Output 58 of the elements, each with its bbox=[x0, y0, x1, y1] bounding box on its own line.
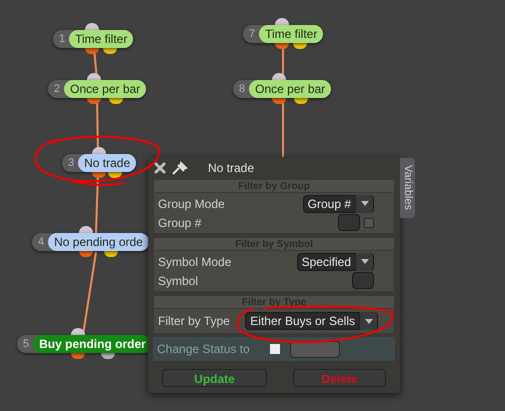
flow-node[interactable]: 8 Once per bar bbox=[233, 80, 332, 98]
field-label: Group Mode bbox=[157, 196, 225, 212]
node-number: 2 bbox=[53, 82, 62, 97]
output-port[interactable] bbox=[92, 172, 106, 178]
output-port[interactable] bbox=[292, 43, 307, 49]
node-label: Time filter bbox=[259, 25, 324, 43]
output-port[interactable] bbox=[87, 98, 102, 104]
output-port[interactable] bbox=[108, 172, 122, 178]
output-port[interactable] bbox=[70, 353, 85, 359]
input-port[interactable] bbox=[78, 226, 93, 233]
field-label: Filter by Type bbox=[157, 313, 230, 330]
field-label: Symbol bbox=[157, 272, 198, 290]
output-port[interactable] bbox=[102, 48, 117, 54]
input-port[interactable] bbox=[275, 18, 290, 25]
input-field[interactable] bbox=[352, 272, 374, 289]
flow-node[interactable]: 2 Once per bar bbox=[48, 80, 146, 98]
input-port[interactable] bbox=[85, 23, 100, 30]
node-label: No trade bbox=[78, 154, 136, 172]
dropdown-select[interactable]: Specified bbox=[296, 252, 374, 270]
flow-node[interactable]: 1 Time filter bbox=[53, 30, 134, 48]
output-port[interactable] bbox=[85, 48, 100, 54]
checkbox[interactable] bbox=[364, 218, 374, 228]
flow-node[interactable]: 4 No pending orde bbox=[32, 233, 149, 251]
output-port[interactable] bbox=[272, 98, 286, 104]
dialog-title: No trade bbox=[208, 160, 254, 177]
input-port[interactable] bbox=[272, 73, 286, 80]
node-label: Once per bar bbox=[64, 80, 146, 98]
node-label: No pending orde bbox=[48, 233, 149, 251]
node-number: 8 bbox=[238, 82, 246, 97]
node-label: Once per bar bbox=[249, 80, 332, 98]
output-port[interactable] bbox=[108, 98, 123, 104]
flow-node[interactable]: 3 No trade bbox=[62, 154, 136, 172]
output-port[interactable] bbox=[104, 251, 118, 257]
field-label: Symbol Mode bbox=[157, 254, 232, 270]
output-port[interactable] bbox=[100, 353, 115, 359]
field-label: Change Status to bbox=[157, 341, 251, 358]
node-number: 7 bbox=[248, 26, 256, 42]
dropdown-select[interactable]: Either Buys or Sells bbox=[245, 312, 378, 330]
node-label: Time filter bbox=[69, 30, 134, 48]
input-field[interactable] bbox=[338, 214, 360, 231]
pin-icon[interactable] bbox=[172, 161, 188, 175]
input-port[interactable] bbox=[70, 328, 85, 335]
update-button[interactable]: Update bbox=[162, 369, 267, 387]
side-tab[interactable]: Variables bbox=[400, 158, 415, 218]
checkbox[interactable] bbox=[270, 344, 280, 354]
flow-node[interactable]: 7 Time filter bbox=[243, 25, 324, 43]
node-number: 4 bbox=[37, 234, 46, 250]
node-number: 1 bbox=[58, 32, 66, 47]
output-port[interactable] bbox=[275, 43, 290, 49]
input-port[interactable] bbox=[92, 147, 106, 154]
input-port[interactable] bbox=[87, 73, 102, 80]
node-number: 5 bbox=[22, 336, 30, 352]
output-port[interactable] bbox=[78, 251, 93, 257]
node-number: 3 bbox=[67, 156, 76, 171]
field-label: Group # bbox=[157, 214, 202, 232]
dropdown-select[interactable]: Group # bbox=[302, 194, 374, 212]
output-port[interactable] bbox=[294, 98, 308, 104]
close-icon[interactable] bbox=[154, 162, 166, 174]
